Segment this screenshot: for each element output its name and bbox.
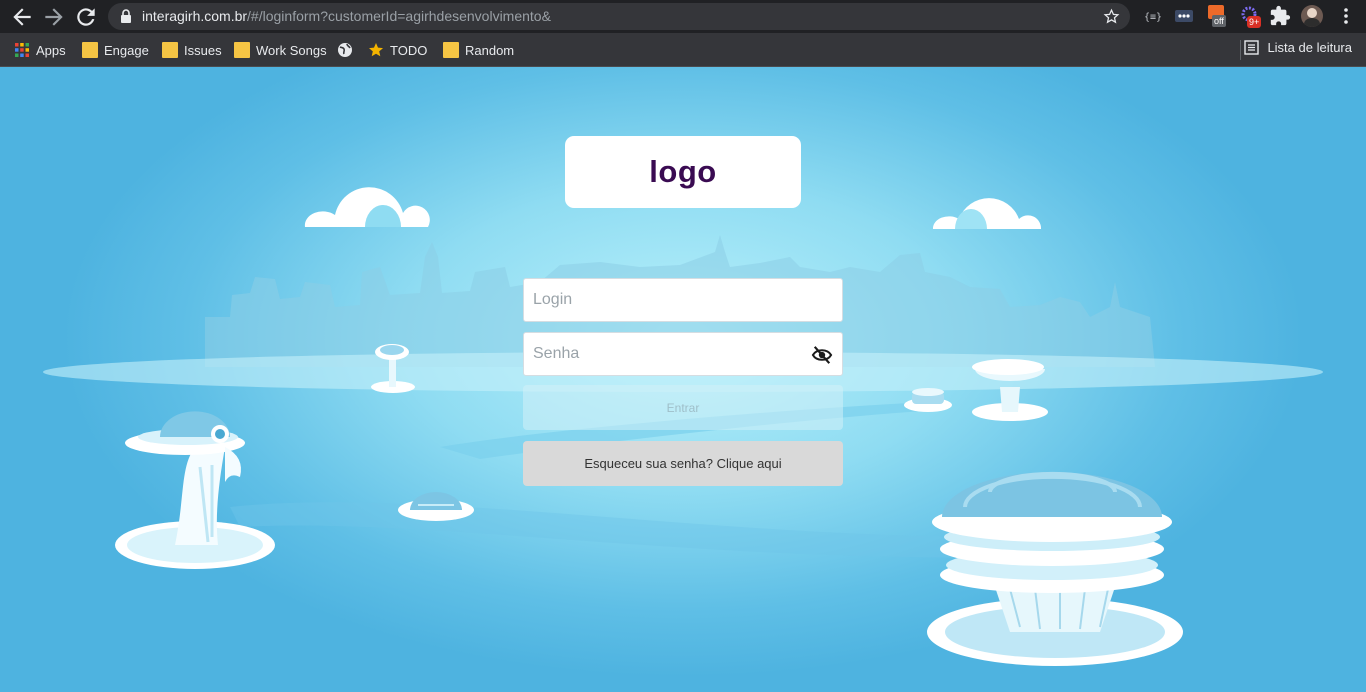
bookmark-todo[interactable]: TODO: [368, 40, 427, 60]
tower-left: [115, 411, 275, 569]
extension-spark-icon[interactable]: 9+: [1239, 5, 1265, 28]
reading-list-label: Lista de leitura: [1267, 40, 1352, 55]
reading-list-icon: [1244, 40, 1260, 55]
bookmark-label: Apps: [36, 42, 66, 58]
dome-small: [398, 492, 474, 521]
menu-kebab-icon[interactable]: [1335, 5, 1357, 27]
folder-icon: [162, 42, 178, 58]
browser-toolbar: interagirh.com.br/#/loginform?customerId…: [0, 0, 1366, 33]
bookmark-label: TODO: [390, 42, 428, 58]
profile-avatar[interactable]: [1301, 5, 1323, 27]
star-icon: [369, 43, 383, 57]
logo-card: logo: [565, 136, 801, 208]
back-arrow-icon[interactable]: [9, 4, 35, 30]
url-text[interactable]: interagirh.com.br/#/loginform?customerId…: [142, 8, 551, 24]
extension-off-icon[interactable]: off: [1206, 5, 1232, 27]
password-input[interactable]: [524, 333, 842, 375]
bookmark-apps[interactable]: Apps: [14, 40, 66, 60]
eye-slash-icon[interactable]: [811, 345, 833, 365]
bookmarks-divider: [1240, 40, 1241, 60]
extension-json-icon[interactable]: {≡}: [1142, 5, 1164, 27]
logo-text: logo: [649, 154, 717, 189]
lock-icon[interactable]: [119, 9, 133, 24]
bookmark-work-songs[interactable]: Work Songs: [234, 40, 327, 60]
apps-grid-icon: [15, 43, 29, 57]
notification-badge: 9+: [1247, 16, 1262, 28]
bookmark-engage[interactable]: Engage: [82, 40, 149, 60]
cloud-right: [932, 198, 1042, 229]
bookmark-globe[interactable]: [337, 40, 353, 60]
bookmarks-bar: Apps Engage Issues Work Songs TODO Rando…: [0, 33, 1366, 67]
folder-icon: [82, 42, 98, 58]
off-badge: off: [1212, 15, 1226, 27]
login-page: logo Entrar Esqueceu sua senha? Clique a…: [0, 67, 1366, 692]
folder-icon: [234, 42, 250, 58]
bookmark-issues[interactable]: Issues: [162, 40, 222, 60]
bookmark-label: Work Songs: [256, 42, 327, 58]
password-field[interactable]: [523, 332, 843, 376]
reading-list-button[interactable]: Lista de leitura: [1244, 40, 1352, 55]
bookmark-label: Engage: [104, 42, 149, 58]
avatar-body: [1304, 18, 1320, 27]
tower-right: [927, 471, 1183, 666]
bookmark-random[interactable]: Random: [443, 40, 514, 60]
login-field[interactable]: [523, 278, 843, 322]
cloud-left: [304, 187, 430, 227]
bookmark-label: Issues: [184, 42, 222, 58]
folder-icon: [443, 42, 459, 58]
extensions-puzzle-icon[interactable]: [1269, 5, 1291, 27]
extension-dots-icon[interactable]: [1173, 5, 1195, 27]
globe-icon: [338, 43, 352, 57]
bookmark-label: Random: [465, 42, 515, 58]
bookmark-star-icon[interactable]: [1103, 8, 1120, 25]
reload-icon[interactable]: [73, 4, 99, 30]
svg-text:{≡}: {≡}: [1144, 12, 1162, 23]
forgot-password-button[interactable]: Esqueceu sua senha? Clique aqui: [523, 441, 843, 486]
enter-button[interactable]: Entrar: [523, 385, 843, 430]
login-input[interactable]: [524, 279, 842, 321]
avatar-face: [1307, 8, 1317, 18]
address-bar[interactable]: interagirh.com.br/#/loginform?customerId…: [108, 3, 1130, 30]
forward-arrow-icon[interactable]: [41, 4, 67, 30]
